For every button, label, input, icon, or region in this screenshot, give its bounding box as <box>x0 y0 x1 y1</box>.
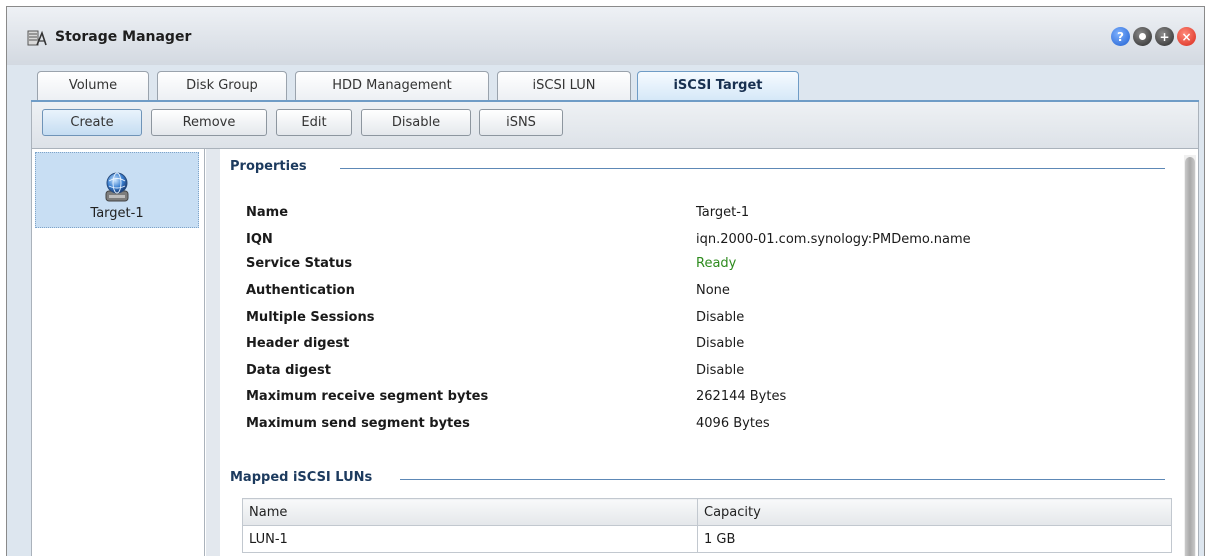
window-controls: ? + × <box>1111 27 1196 46</box>
prop-authentication-value: None <box>696 283 730 298</box>
prop-data-digest-value: Disable <box>696 363 745 378</box>
window-title: Storage Manager <box>55 29 192 45</box>
content-area: Target-1 Properties Name Target-1 IQN iq… <box>31 148 1199 556</box>
target-list-item[interactable]: Target-1 <box>35 152 199 228</box>
prop-header-digest-value: Disable <box>696 336 745 351</box>
prop-service-status-value: Ready <box>696 256 737 271</box>
mapped-luns-table: Name Capacity LUN-1 1 GB <box>242 498 1172 553</box>
tab-label: iSCSI LUN <box>532 78 596 93</box>
tab-label: iSCSI Target <box>673 78 763 93</box>
tab-disk-group[interactable]: Disk Group <box>157 71 287 101</box>
lun-name-cell: LUN-1 <box>242 525 698 553</box>
toolbar: Create Remove Edit Disable iSNS <box>31 102 1199 148</box>
remove-button[interactable]: Remove <box>151 109 267 136</box>
mapped-luns-divider <box>400 479 1165 480</box>
table-header-row: Name Capacity <box>242 498 1172 526</box>
tab-label: Volume <box>68 78 118 93</box>
close-icon[interactable]: × <box>1177 27 1196 46</box>
pane-splitter[interactable] <box>206 149 220 556</box>
tab-iscsi-target[interactable]: iSCSI Target <box>637 71 799 103</box>
target-list-item-label: Target-1 <box>90 206 144 221</box>
tab-label: HDD Management <box>332 78 452 93</box>
column-header-capacity[interactable]: Capacity <box>697 498 1172 526</box>
prop-name-value: Target-1 <box>696 205 750 220</box>
create-button[interactable]: Create <box>42 109 142 136</box>
prop-multiple-sessions-value: Disable <box>696 310 745 325</box>
tab-label: Disk Group <box>186 78 258 93</box>
prop-service-status-label: Service Status <box>246 256 353 271</box>
maximize-icon[interactable]: + <box>1155 27 1174 46</box>
tab-hdd-management[interactable]: HDD Management <box>295 71 489 101</box>
properties-section-title: Properties <box>230 159 315 174</box>
prop-name-label: Name <box>246 205 289 220</box>
prop-data-digest-label: Data digest <box>246 363 331 378</box>
isns-button[interactable]: iSNS <box>479 109 563 136</box>
prop-authentication-label: Authentication <box>246 283 355 298</box>
column-header-name[interactable]: Name <box>242 498 698 526</box>
properties-divider <box>340 168 1165 169</box>
vertical-scrollbar[interactable] <box>1184 155 1196 556</box>
storage-manager-icon <box>27 28 47 48</box>
globe-drive-icon <box>104 171 130 203</box>
tab-volume[interactable]: Volume <box>37 71 149 101</box>
target-list: Target-1 <box>32 149 205 556</box>
prop-header-digest-label: Header digest <box>246 336 350 351</box>
mapped-luns-section-title: Mapped iSCSI LUNs <box>230 470 381 485</box>
prop-iqn-label: IQN <box>246 232 273 247</box>
scrollbar-thumb[interactable] <box>1185 157 1195 556</box>
prop-iqn-value: iqn.2000-01.com.synology:PMDemo.name <box>696 232 971 247</box>
prop-max-receive-label: Maximum receive segment bytes <box>246 389 489 404</box>
title-bar[interactable]: Storage Manager ? + × <box>7 7 1204 65</box>
tab-iscsi-lun[interactable]: iSCSI LUN <box>497 71 631 101</box>
details-pane: Properties Name Target-1 IQN iqn.2000-01… <box>220 149 1198 556</box>
prop-max-send-value: 4096 Bytes <box>696 416 770 431</box>
prop-max-send-label: Maximum send segment bytes <box>246 416 470 431</box>
prop-max-receive-value: 262144 Bytes <box>696 389 787 404</box>
help-icon[interactable]: ? <box>1111 27 1130 46</box>
table-row[interactable]: LUN-1 1 GB <box>242 525 1172 553</box>
storage-manager-window: Storage Manager ? + × Volume Disk Group … <box>6 6 1205 556</box>
lun-capacity-cell: 1 GB <box>697 525 1172 553</box>
minimize-icon[interactable] <box>1133 27 1152 46</box>
disable-button[interactable]: Disable <box>361 109 471 136</box>
edit-button[interactable]: Edit <box>276 109 352 136</box>
prop-multiple-sessions-label: Multiple Sessions <box>246 310 375 325</box>
